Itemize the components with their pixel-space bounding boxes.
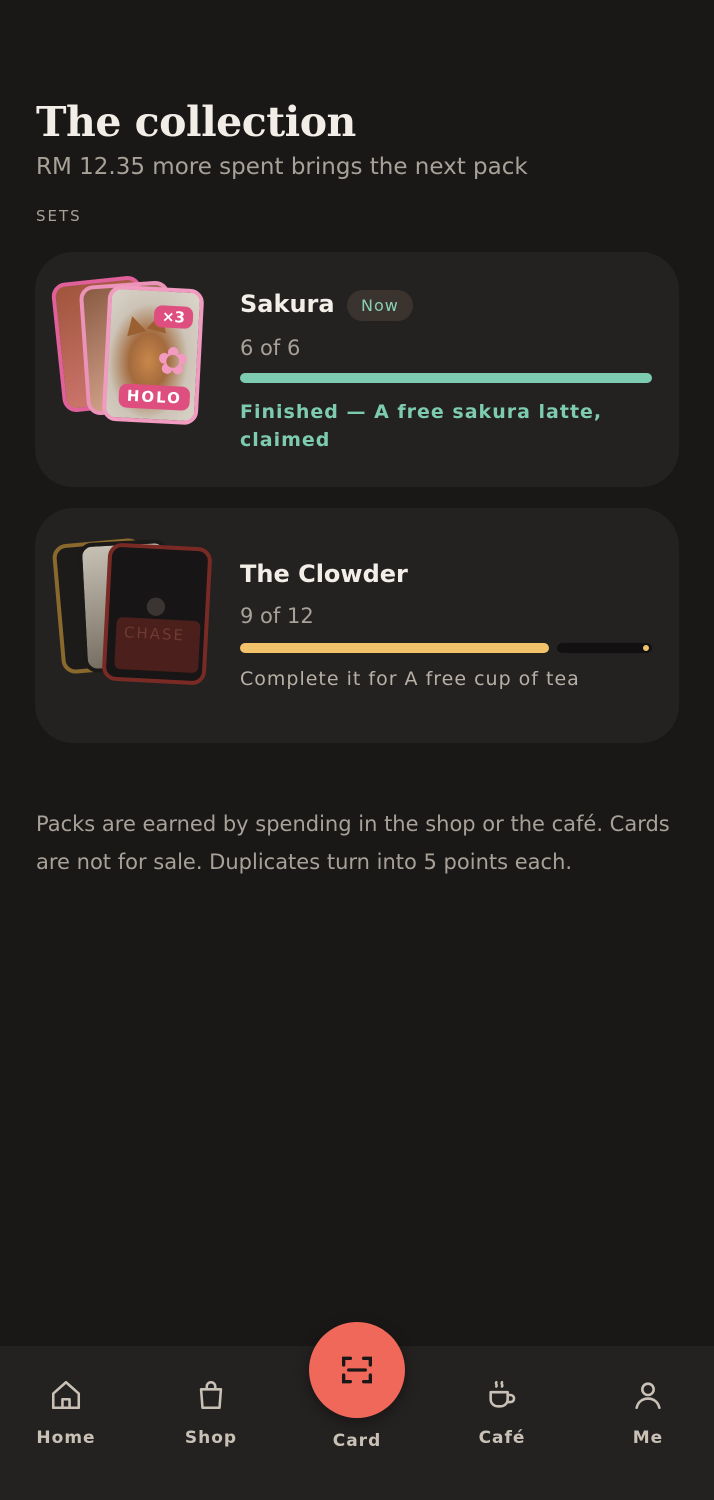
progress-track bbox=[557, 643, 652, 653]
set-status-text: Complete it for A free cup of tea bbox=[240, 668, 580, 690]
nav-label: Shop bbox=[184, 1428, 238, 1448]
user-icon bbox=[635, 1382, 661, 1410]
collection-footnote: Packs are earned by spending in the shop… bbox=[36, 812, 670, 874]
card-stack-clowder: ● CHASE bbox=[51, 533, 217, 693]
set-card-sakura[interactable]: ×3 ✿ HOLO Sakura Now 6 of 6 Finished — A… bbox=[35, 252, 679, 487]
progress-fill bbox=[240, 643, 549, 653]
duplicate-count-badge: ×3 bbox=[153, 305, 194, 330]
sets-section-label: SETS bbox=[36, 207, 82, 225]
set-name: The Clowder bbox=[240, 560, 408, 588]
progress-end-dot bbox=[643, 645, 649, 651]
nav-label: Home bbox=[36, 1428, 96, 1448]
home-icon bbox=[51, 1380, 81, 1410]
collectible-card-front: ● CHASE bbox=[101, 542, 213, 686]
nav-label: Card bbox=[332, 1431, 382, 1451]
page-title: The collection bbox=[36, 98, 356, 146]
nav-cafe[interactable]: Café bbox=[452, 1378, 552, 1448]
chase-tag: CHASE bbox=[114, 616, 201, 674]
nav-label: Café bbox=[478, 1428, 526, 1448]
set-name: Sakura bbox=[240, 290, 335, 318]
holo-tag: HOLO bbox=[118, 383, 191, 411]
nav-me[interactable]: Me bbox=[598, 1378, 698, 1448]
limited-now-badge: Now bbox=[347, 290, 413, 321]
nav-label: Me bbox=[632, 1428, 664, 1448]
sakura-flower-icon: ✿ bbox=[155, 338, 190, 384]
nav-home[interactable]: Home bbox=[16, 1378, 116, 1448]
nav-shop[interactable]: Shop bbox=[161, 1378, 261, 1448]
scan-card-button[interactable] bbox=[309, 1322, 405, 1418]
paw-print-icon: ● bbox=[144, 590, 168, 620]
coffee-cup-icon bbox=[489, 1380, 516, 1408]
cat-ear-shape bbox=[122, 313, 147, 337]
set-status-text: Finished — A free sakura latte, claimed bbox=[240, 401, 603, 451]
set-progress-count: 9 of 12 bbox=[240, 604, 314, 628]
next-pack-hint: RM 12.35 more spent brings the next pack bbox=[36, 154, 528, 180]
set-card-clowder[interactable]: ● CHASE The Clowder 9 of 12 Complete it … bbox=[35, 508, 679, 743]
card-stack-sakura: ×3 ✿ HOLO bbox=[50, 274, 217, 437]
set-progress-bar bbox=[240, 643, 652, 653]
set-progress-count: 6 of 6 bbox=[240, 336, 301, 360]
scan-icon bbox=[342, 1356, 372, 1384]
set-progress-bar bbox=[240, 373, 652, 383]
shopping-bag-icon bbox=[199, 1380, 223, 1410]
collectible-card-front: ×3 ✿ HOLO bbox=[101, 284, 205, 426]
